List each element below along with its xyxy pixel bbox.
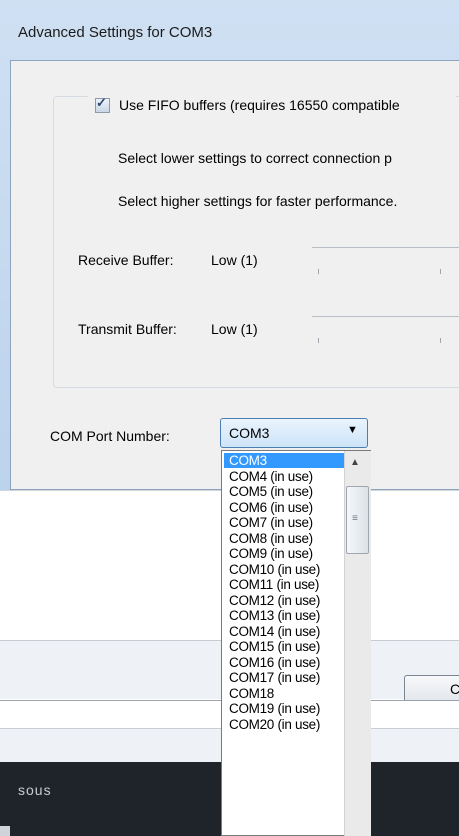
background-dark-text: sous — [18, 782, 52, 798]
com-port-option[interactable]: COM8 (in use) — [224, 531, 351, 546]
com-port-option[interactable]: COM9 (in use) — [224, 546, 351, 561]
com-port-option[interactable]: COM15 (in use) — [224, 639, 351, 654]
com-port-option[interactable]: COM18 — [224, 686, 351, 701]
com-port-option[interactable]: COM10 (in use) — [224, 562, 351, 577]
slider-tick — [440, 338, 441, 343]
receive-buffer-value: Low (1) — [211, 252, 258, 268]
slider-track — [312, 247, 459, 248]
transmit-buffer-value: Low (1) — [211, 321, 258, 337]
com-port-option[interactable]: COM17 (in use) — [224, 670, 351, 685]
com-port-option[interactable]: COM7 (in use) — [224, 515, 351, 530]
scrollbar-grip-icon: ≡ — [352, 513, 358, 524]
transmit-buffer-slider[interactable] — [312, 316, 459, 346]
com-port-option[interactable]: COM12 (in use) — [224, 593, 351, 608]
slider-tick — [440, 269, 441, 274]
slider-tick — [318, 269, 319, 274]
slider-track — [312, 316, 459, 317]
fifo-label[interactable]: Use FIFO buffers (requires 16550 compati… — [119, 97, 400, 113]
com-port-option[interactable]: COM16 (in use) — [224, 655, 351, 670]
com-port-option[interactable]: COM5 (in use) — [224, 484, 351, 499]
background-chip — [0, 826, 10, 836]
info-higher-text: Select higher settings for faster perfor… — [118, 193, 398, 209]
receive-buffer-label: Receive Buffer: — [78, 252, 174, 268]
com-port-value: COM3 — [229, 425, 270, 441]
scroll-up-arrow-icon[interactable]: ▲ — [350, 457, 360, 468]
com-port-option[interactable]: COM13 (in use) — [224, 608, 351, 623]
dialog-title: Advanced Settings for COM3 — [18, 24, 213, 41]
checkmark-icon: ✓ — [96, 95, 107, 110]
background-button-label: C — [450, 681, 459, 697]
com-port-option[interactable]: COM6 (in use) — [224, 500, 351, 515]
com-port-option[interactable]: COM4 (in use) — [224, 469, 351, 484]
transmit-buffer-label: Transmit Buffer: — [78, 321, 177, 337]
com-port-label: COM Port Number: — [50, 428, 170, 444]
com-port-option[interactable]: COM14 (in use) — [224, 624, 351, 639]
com-port-option[interactable]: COM19 (in use) — [224, 701, 351, 716]
com-port-option[interactable]: COM20 (in use) — [224, 717, 351, 732]
info-lower-text: Select lower settings to correct connect… — [118, 150, 392, 166]
com-port-option[interactable]: COM3 — [224, 453, 351, 468]
slider-tick — [318, 338, 319, 343]
com-port-option[interactable]: COM11 (in use) — [224, 577, 351, 592]
chevron-down-icon[interactable]: ▼ — [347, 424, 358, 436]
receive-buffer-slider[interactable] — [312, 247, 459, 277]
